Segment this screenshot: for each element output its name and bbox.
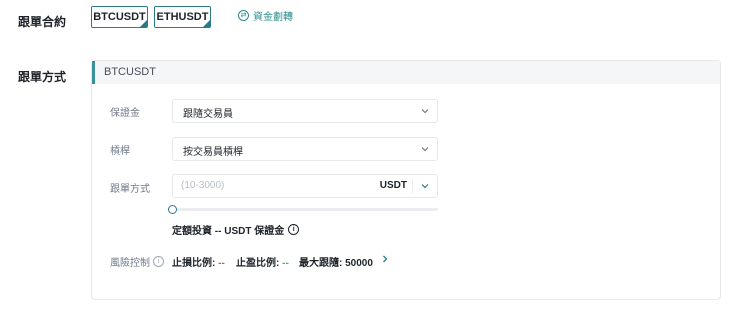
amount-slider-handle[interactable] <box>168 205 177 214</box>
leverage-label: 槓桿 <box>110 146 130 157</box>
pair-chip-label: BTCUSDT <box>93 11 146 23</box>
risk-control-label: 風險控制 i <box>110 254 164 269</box>
invest-summary: 定額投資 -- USDT 保證金 i <box>172 222 300 237</box>
pair-chip-btcusdt[interactable]: BTCUSDT <box>91 6 148 28</box>
margin-select[interactable]: 跟隨交易員 <box>172 99 438 123</box>
contract-label: 跟單合約 <box>18 15 67 29</box>
panel-accent-bar <box>92 61 95 84</box>
transfer-link[interactable]: ⇄ 資金劃轉 <box>238 8 293 23</box>
max-follow: 最大跟隨: 50000 <box>299 254 373 269</box>
risk-control-text: 風險控制 <box>110 258 150 269</box>
chevron-right-icon[interactable] <box>380 254 390 264</box>
selected-corner-icon <box>140 20 147 27</box>
exchange-icon: ⇄ <box>238 10 249 21</box>
leverage-select-value: 按交易員槓桿 <box>183 147 243 158</box>
chevron-down-icon <box>421 109 429 114</box>
take-profit-label: 止盈比例: <box>236 258 280 269</box>
margin-select-value: 跟隨交易員 <box>183 109 233 120</box>
chevron-down-icon <box>421 147 429 152</box>
selected-corner-icon <box>203 20 210 27</box>
pair-chip-label: ETHUSDT <box>156 11 209 23</box>
take-profit-value: -- <box>282 258 289 269</box>
amount-label: 跟單方式 <box>110 184 150 195</box>
panel-header: BTCUSDT <box>92 61 720 84</box>
transfer-label: 資金劃轉 <box>253 12 293 23</box>
info-icon[interactable]: i <box>288 224 300 235</box>
amount-placeholder: (10-3000) <box>181 180 225 191</box>
stop-loss-label: 止損比例: <box>172 258 216 269</box>
amount-input[interactable]: (10-3000) USDT <box>172 174 438 198</box>
invest-summary-text: 定額投資 -- USDT 保證金 <box>172 226 285 237</box>
amount-slider-track[interactable] <box>175 208 438 211</box>
unit-divider <box>412 179 413 193</box>
leverage-select[interactable]: 按交易員槓桿 <box>172 137 438 161</box>
unit-chevron-down-icon[interactable] <box>420 181 430 191</box>
margin-label: 保證金 <box>110 108 140 119</box>
copy-mode-label: 跟單方式 <box>18 70 67 84</box>
stop-loss: 止損比例: -- <box>172 254 225 269</box>
take-profit: 止盈比例: -- <box>236 254 289 269</box>
pair-chip-ethusdt[interactable]: ETHUSDT <box>154 6 211 28</box>
stop-loss-value: -- <box>218 258 225 269</box>
max-follow-label: 最大跟隨: <box>299 258 343 269</box>
amount-unit: USDT <box>379 180 407 191</box>
panel-title: BTCUSDT <box>104 66 156 78</box>
max-follow-value: 50000 <box>345 258 373 269</box>
risk-info-icon[interactable]: i <box>153 256 164 267</box>
